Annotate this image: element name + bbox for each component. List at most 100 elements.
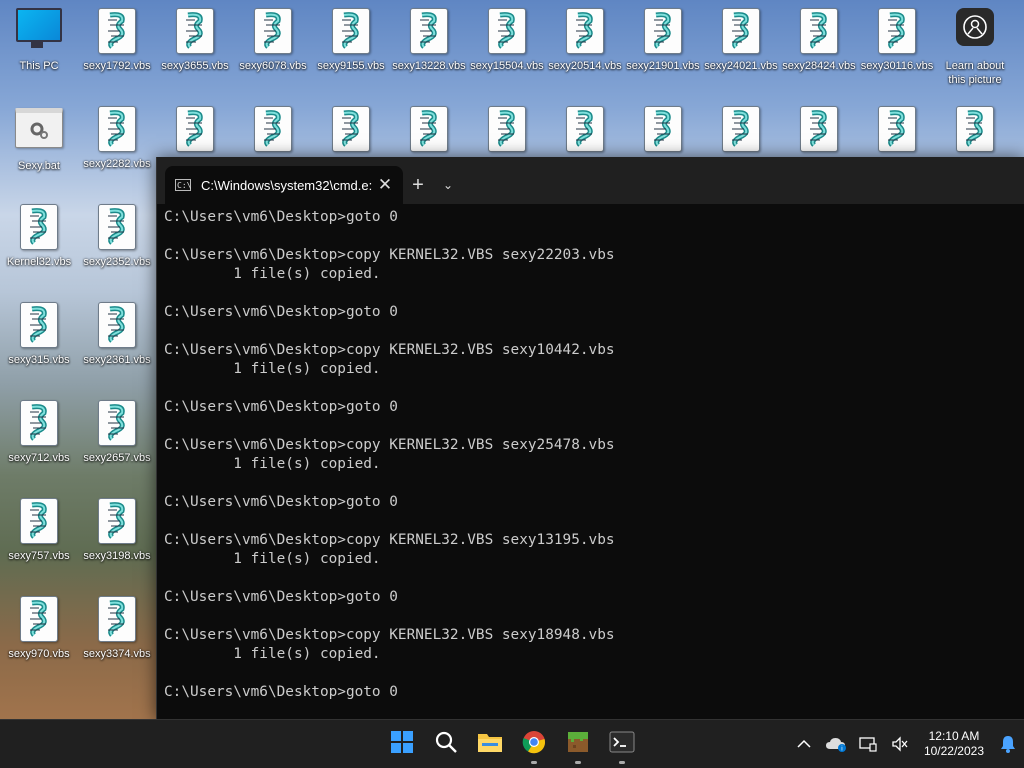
chevron-down-icon[interactable]: ⌄ (433, 166, 463, 204)
start-button[interactable] (380, 722, 424, 766)
desktop-icon[interactable] (702, 100, 780, 157)
vbs-script-icon (332, 8, 370, 54)
desktop-icon-glyph (873, 106, 921, 154)
desktop-icon[interactable]: sexy30116.vbs (858, 2, 936, 73)
desktop-icon[interactable] (234, 100, 312, 157)
desktop-icon[interactable]: sexy21901.vbs (624, 2, 702, 73)
desktop-icon[interactable]: sexy2352.vbs (78, 198, 156, 269)
desktop-icon-label: sexy30116.vbs (860, 60, 934, 72)
desktop-icon[interactable]: sexy24021.vbs (702, 2, 780, 73)
desktop-icon-glyph (93, 302, 141, 350)
new-tab-button[interactable]: + (403, 166, 433, 204)
desktop-icon[interactable]: Kernel32.vbs (0, 198, 78, 269)
desktop-icon[interactable] (624, 100, 702, 157)
desktop-icon[interactable] (546, 100, 624, 157)
desktop-icon-label: This PC (19, 60, 59, 72)
vbs-script-icon (566, 8, 604, 54)
running-indicator (531, 761, 537, 764)
clock-date: 10/22/2023 (923, 744, 984, 758)
desktop-icon[interactable]: sexy9155.vbs (312, 2, 390, 73)
desktop-icon-glyph (93, 204, 141, 252)
desktop-icon[interactable]: sexy3198.vbs (78, 492, 156, 563)
vbs-script-icon (878, 8, 916, 54)
chrome-button[interactable] (512, 722, 556, 766)
vbs-script-icon (98, 400, 136, 446)
desktop-icon[interactable]: This PC (0, 2, 78, 73)
vbs-script-icon (20, 400, 58, 446)
volume-muted-icon[interactable] (884, 724, 916, 764)
desktop-icon[interactable]: sexy970.vbs (0, 590, 78, 661)
desktop-icon[interactable]: sexy3655.vbs (156, 2, 234, 73)
desktop-icon[interactable]: sexy2361.vbs (78, 296, 156, 367)
network-icon[interactable] (852, 724, 884, 764)
desktop-icon-glyph (327, 106, 375, 154)
vbs-script-icon (98, 302, 136, 348)
vbs-script-icon (332, 106, 370, 152)
desktop-icon[interactable]: sexy13228.vbs (390, 2, 468, 73)
desktop-icon[interactable]: sexy28424.vbs (780, 2, 858, 73)
desktop-icon[interactable]: Learn about this picture (936, 2, 1014, 87)
desktop-icon[interactable] (390, 100, 468, 157)
onedrive-icon[interactable]: i (820, 724, 852, 764)
desktop-icon[interactable]: sexy6078.vbs (234, 2, 312, 73)
console-line: C:\Users\vm6\Desktop>goto 0 (164, 494, 398, 510)
desktop-icon[interactable] (468, 100, 546, 157)
desktop-icon-glyph (717, 8, 765, 56)
desktop-icon-glyph (405, 8, 453, 56)
desktop-icon-glyph (93, 106, 141, 154)
clock[interactable]: 12:10 AM 10/22/2023 (916, 729, 992, 759)
desktop-icon-glyph (483, 106, 531, 154)
vbs-script-icon (800, 8, 838, 54)
search-icon (434, 730, 458, 759)
console-line: 1 file(s) copied. (164, 266, 381, 282)
desktop-icon-label: sexy3374.vbs (83, 648, 151, 660)
vbs-script-icon (20, 204, 58, 250)
terminal-button[interactable] (600, 722, 644, 766)
minecraft-button[interactable] (556, 722, 600, 766)
file-explorer-button[interactable] (468, 722, 512, 766)
desktop-icon-label: sexy24021.vbs (704, 60, 778, 72)
desktop-icon[interactable]: sexy315.vbs (0, 296, 78, 367)
desktop-icon[interactable]: sexy2657.vbs (78, 394, 156, 465)
desktop-icon[interactable] (156, 100, 234, 157)
vbs-script-icon (20, 498, 58, 544)
desktop-icon[interactable]: sexy20514.vbs (546, 2, 624, 73)
desktop-icon[interactable]: sexy3374.vbs (78, 590, 156, 661)
desktop-icon[interactable]: sexy2282.vbs (78, 100, 156, 171)
desktop-icon[interactable]: Sexy.bat (0, 100, 78, 173)
desktop-icon-glyph (15, 302, 63, 350)
terminal-window[interactable]: C:\ C:\Windows\system32\cmd.e: ✕ + ⌄ C:\… (156, 157, 1024, 720)
desktop-icon[interactable]: sexy15504.vbs (468, 2, 546, 73)
tab-cmd[interactable]: C:\ C:\Windows\system32\cmd.e: ✕ (165, 166, 403, 204)
desktop-icon[interactable]: sexy757.vbs (0, 492, 78, 563)
desktop-icon-label: sexy9155.vbs (317, 60, 385, 72)
close-tab-icon[interactable]: ✕ (375, 175, 395, 195)
taskbar-apps (380, 720, 644, 768)
desktop-icon-label: sexy2361.vbs (83, 354, 151, 366)
desktop-icon-glyph (249, 8, 297, 56)
desktop-icon[interactable] (858, 100, 936, 157)
desktop-icon[interactable] (936, 100, 1014, 157)
search-button[interactable] (424, 722, 468, 766)
console-output[interactable]: C:\Users\vm6\Desktop>goto 0 C:\Users\vm6… (157, 204, 1024, 702)
desktop-icon-glyph (561, 8, 609, 56)
desktop-icon-glyph (951, 8, 999, 56)
desktop-icon-label: sexy3655.vbs (161, 60, 229, 72)
notification-bell-icon[interactable] (992, 724, 1024, 764)
desktop-icon[interactable] (312, 100, 390, 157)
desktop-icon[interactable] (780, 100, 858, 157)
vbs-script-icon (98, 596, 136, 642)
desktop-icon[interactable]: sexy712.vbs (0, 394, 78, 465)
chevron-up-icon[interactable] (788, 724, 820, 764)
console-line: 1 file(s) copied. (164, 646, 381, 662)
console-line: C:\Users\vm6\Desktop>copy KERNEL32.VBS s… (164, 342, 615, 358)
vbs-script-icon (254, 8, 292, 54)
console-line: C:\Users\vm6\Desktop>goto 0 (164, 589, 398, 605)
vbs-script-icon (98, 498, 136, 544)
desktop-icon-label: Sexy.bat (18, 160, 60, 172)
vbs-script-icon (878, 106, 916, 152)
desktop-icon-glyph (171, 8, 219, 56)
desktop-icon[interactable]: sexy1792.vbs (78, 2, 156, 73)
